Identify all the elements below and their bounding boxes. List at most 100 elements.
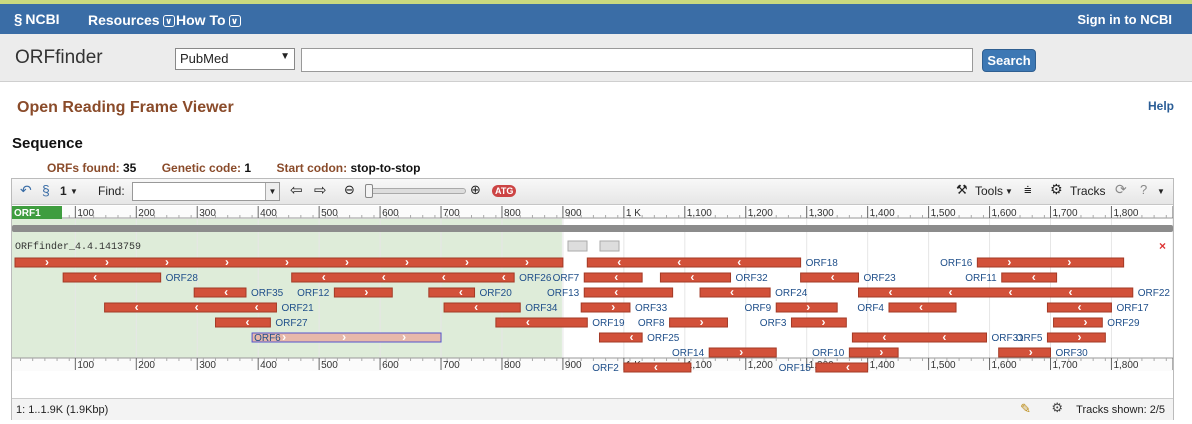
- orf-strand-arrow: ‹: [889, 285, 893, 299]
- chevron-down-icon[interactable]: ▼: [1005, 187, 1013, 196]
- orfs-found-value: 35: [123, 161, 137, 175]
- database-select[interactable]: PubMed ▼: [175, 48, 295, 70]
- zoom-out-icon[interactable]: ⊖: [344, 182, 355, 198]
- zoom-in-icon[interactable]: ⊕: [470, 182, 481, 198]
- ruler-tick-label: 1,500: [931, 360, 956, 371]
- gear-icon[interactable]: ⚙: [1050, 181, 1063, 198]
- orf-bar[interactable]: [659, 272, 732, 283]
- orf-strand-arrow: ›: [105, 255, 109, 269]
- orf-label: ORF11: [965, 273, 997, 284]
- orf-bar[interactable]: [598, 332, 643, 343]
- orf-bar[interactable]: [851, 332, 988, 343]
- ncbi-logo[interactable]: § NCBI: [14, 11, 60, 28]
- orf-bar[interactable]: [858, 287, 1134, 298]
- orf-strand-arrow: ‹: [1032, 270, 1036, 284]
- help-link[interactable]: Help: [1148, 99, 1174, 113]
- ruler-tick-label: 1,200: [748, 360, 773, 371]
- ruler-tick-label: 1,800: [1113, 360, 1138, 371]
- orf-label: ORF24: [775, 288, 808, 299]
- orf-bar[interactable]: [669, 317, 728, 328]
- orf-graphic: 100 200 300 400 500 600 700 800 900 1 K 1,100 1,200…: [12, 206, 1173, 398]
- orf-bar[interactable]: [1053, 317, 1103, 328]
- orf-bar[interactable]: [800, 272, 860, 283]
- orf-strand-arrow: ‹: [224, 285, 228, 299]
- chevron-down-icon[interactable]: ▼: [1157, 187, 1165, 196]
- close-track-icon: ×: [1159, 239, 1166, 253]
- tools-menu[interactable]: Tools: [975, 184, 1003, 198]
- search-button[interactable]: Search: [982, 49, 1036, 72]
- orf-strand-arrow: ›: [465, 255, 469, 269]
- orf-label: ORF34: [525, 303, 558, 314]
- orf-strand-arrow: ‹: [614, 270, 618, 284]
- orf-label: ORF33: [635, 303, 668, 314]
- ruler-tick-label: 300: [199, 208, 216, 219]
- orf-bar[interactable]: [495, 317, 588, 328]
- orf-bar[interactable]: [998, 347, 1051, 358]
- undo-icon[interactable]: ↶: [20, 182, 32, 199]
- chevron-down-icon[interactable]: ▼: [70, 187, 78, 196]
- sequence-count[interactable]: 1: [60, 184, 67, 198]
- ruler-tick-label: 1,500: [931, 208, 956, 219]
- find-input[interactable]: ▼: [132, 182, 280, 201]
- tools-icon[interactable]: ⚒: [956, 182, 968, 198]
- zoom-slider[interactable]: [365, 184, 466, 198]
- orf-label: ORF5: [1016, 333, 1043, 344]
- collapse-icon[interactable]: ⩧: [1024, 182, 1032, 198]
- orf-strand-arrow: ‹: [1009, 285, 1013, 299]
- orf-bar[interactable]: [583, 272, 643, 283]
- orf-label: ORF14: [672, 348, 705, 359]
- sequence-icon[interactable]: §: [42, 182, 50, 198]
- orf-label: ORF28: [166, 273, 199, 284]
- pan-left-icon[interactable]: ⇦: [290, 181, 303, 199]
- orf-strand-arrow: ›: [165, 255, 169, 269]
- edit-icon[interactable]: ✎: [1020, 401, 1031, 417]
- orf-bar[interactable]: [428, 287, 476, 298]
- orf-bar[interactable]: [443, 302, 521, 313]
- orf-label: ORF6: [254, 333, 281, 344]
- orf-strand-arrow: ›: [1029, 345, 1033, 359]
- orf-bar[interactable]: [583, 287, 674, 298]
- ruler-tick-label: 600: [382, 208, 399, 219]
- orf-bar[interactable]: [699, 287, 771, 298]
- pan-right-icon[interactable]: ⇨: [314, 181, 327, 199]
- orf-bar[interactable]: [62, 272, 162, 283]
- find-dropdown-icon[interactable]: ▼: [265, 183, 279, 200]
- tracks-menu[interactable]: Tracks: [1070, 184, 1106, 198]
- chevron-down-icon: ∨: [162, 15, 175, 27]
- orf-bar[interactable]: [1046, 332, 1106, 343]
- orf-bar[interactable]: [976, 257, 1125, 268]
- orf-strand-arrow: ›: [402, 330, 406, 344]
- orf-bar[interactable]: [1001, 272, 1058, 283]
- orf-bar[interactable]: [104, 302, 277, 313]
- orf-strand-arrow: ‹: [502, 270, 506, 284]
- orf-bar[interactable]: [815, 362, 869, 373]
- orf-bar[interactable]: [193, 287, 247, 298]
- help-icon[interactable]: ?: [1140, 182, 1147, 197]
- ruler-tick-label: 1,300: [809, 208, 834, 219]
- orf-graphic-svg[interactable]: 100 200 300 400 500 600 700 800 900 1 K 1,100 1,200…: [12, 206, 1173, 398]
- orf-bar[interactable]: [333, 287, 393, 298]
- zoom-slider-handle[interactable]: [365, 184, 373, 198]
- orf-strand-arrow: ›: [879, 345, 883, 359]
- orf-label: ORF2: [592, 363, 619, 374]
- orf-strand-arrow: ‹: [629, 330, 633, 344]
- gear-icon[interactable]: ⚙: [1051, 400, 1063, 416]
- how-to-menu[interactable]: How To ∨: [176, 12, 241, 28]
- orf-strand-arrow: ‹: [882, 330, 886, 344]
- orf-label: ORF17: [1116, 303, 1149, 314]
- refresh-icon[interactable]: ⟳: [1115, 181, 1127, 198]
- orf-label: ORF32: [736, 273, 769, 284]
- orf-bar[interactable]: [215, 317, 271, 328]
- resources-menu[interactable]: Resources ∨: [88, 12, 175, 28]
- orf-bar[interactable]: [580, 302, 631, 313]
- orf-bar[interactable]: [848, 347, 899, 358]
- track-expand-button[interactable]: [599, 240, 620, 252]
- zoom-to-sequence-icon[interactable]: ATG: [492, 185, 517, 197]
- track-collapse-button[interactable]: [567, 240, 588, 252]
- orf-viewer-panel: ↶ § 1 ▼ Find: ▼ ⇦ ⇨ ⊖ ⊕ ATG ⚒ Tools ▼ ⩧ …: [11, 178, 1174, 420]
- orf-label: ORF20: [480, 288, 513, 299]
- sign-in-link[interactable]: Sign in to NCBI: [1077, 12, 1172, 27]
- orf-bar[interactable]: [790, 317, 847, 328]
- search-input[interactable]: [301, 48, 973, 72]
- orf-strand-arrow: ‹: [246, 315, 250, 329]
